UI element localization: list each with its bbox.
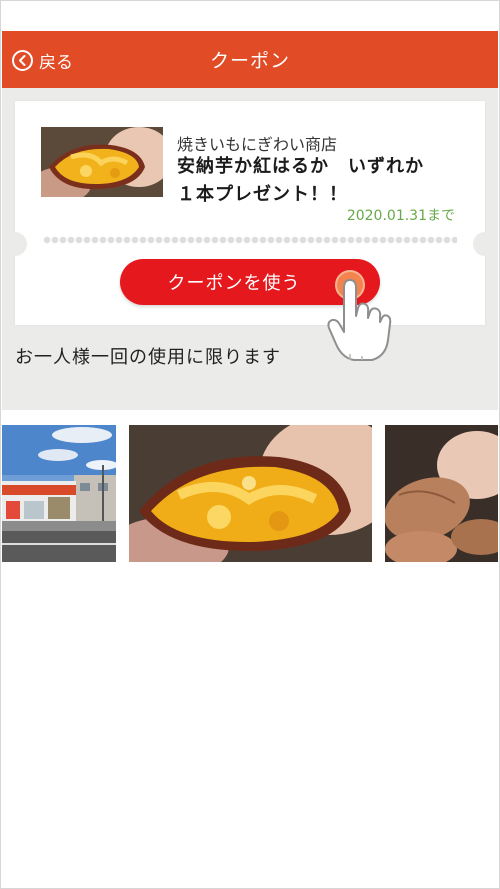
coupon-thumbnail-image [41, 127, 163, 197]
use-coupon-label: クーポンを使う [167, 273, 301, 294]
gallery-image-roasted-potato[interactable] [129, 425, 372, 562]
ticket-notch-right [473, 232, 497, 256]
perforation-divider [43, 236, 457, 244]
offer-title: 安納芋か紅はるか いずれか １本プレゼント！！ [177, 153, 467, 209]
header-bar: 戻る クーポン [2, 31, 498, 88]
ticket-notch-left [3, 232, 27, 256]
gallery-image-sweet-potatoes[interactable] [385, 425, 498, 562]
expiry-date: 2020.01.31まで [346, 208, 455, 224]
offer-title-line: 安納芋か紅はるか いずれか [177, 156, 424, 177]
page-title: クーポン [209, 50, 290, 72]
shop-name: 焼きいもにぎわい商店 [177, 135, 338, 154]
usage-limit-notice: お一人様一回の使用に限ります [15, 347, 281, 368]
coupon-card: 焼きいもにぎわい商店 安納芋か紅はるか いずれか １本プレゼント！！ 2020.… [3, 101, 497, 325]
gallery-image-storefront[interactable] [2, 425, 116, 562]
pointing-hand-icon [327, 279, 392, 361]
